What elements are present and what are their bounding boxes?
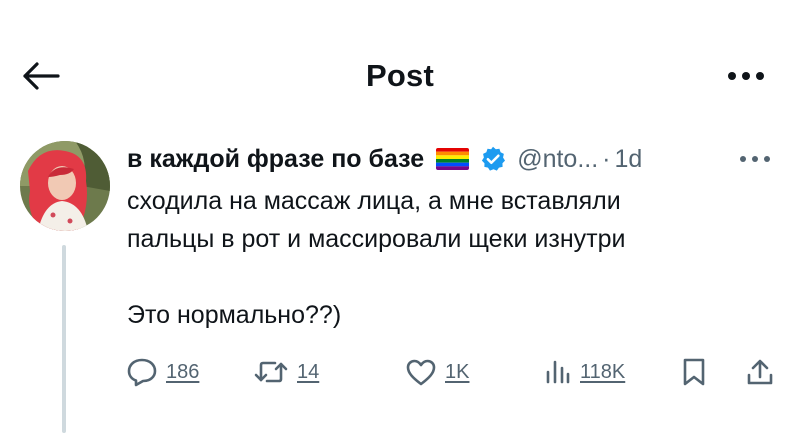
- rainbow-flag-icon: [436, 148, 470, 170]
- tweet-text-line: сходила на массаж лица, а мне вставляли: [127, 187, 621, 215]
- post-header: Post: [0, 40, 800, 112]
- reply-count: 186: [166, 360, 200, 383]
- bookmark-icon: [683, 358, 705, 386]
- more-horizontal-icon: [740, 156, 770, 162]
- timestamp[interactable]: 1d: [615, 145, 643, 174]
- tweet-text-line: Это нормально??): [127, 301, 342, 329]
- page-title: Post: [366, 58, 434, 93]
- repost-icon: [254, 361, 288, 383]
- reply-icon: [127, 358, 157, 387]
- repost-count: 14: [297, 360, 320, 383]
- like-count: 1K: [445, 360, 470, 383]
- verified-badge-icon: [479, 145, 507, 173]
- tweet-header: в каждой фразе по базе @nto... · 1d: [127, 140, 777, 178]
- tweet[interactable]: в каждой фразе по базе @nto... · 1d сход…: [127, 140, 777, 334]
- view-count: 118K: [580, 360, 626, 383]
- heart-icon: [406, 359, 436, 386]
- tweet-text: сходила на массаж лица, а мне вставляли …: [127, 182, 777, 334]
- avatar[interactable]: [20, 141, 110, 231]
- thread-line: [62, 245, 66, 433]
- tweet-text-line: пальцы в рот и массировали щеки изнутри: [127, 225, 626, 253]
- repost-button[interactable]: 14: [253, 350, 319, 394]
- more-options-button[interactable]: [722, 60, 770, 92]
- views-button[interactable]: 118K: [544, 350, 625, 394]
- bookmark-button[interactable]: [681, 350, 707, 394]
- reply-button[interactable]: 186: [126, 350, 199, 394]
- display-name[interactable]: в каждой фразе по базе: [127, 145, 424, 174]
- share-icon: [747, 359, 773, 385]
- share-button[interactable]: [746, 350, 774, 394]
- like-button[interactable]: 1K: [405, 350, 469, 394]
- analytics-icon: [546, 360, 570, 384]
- separator: ·: [602, 144, 611, 173]
- tweet-more-button[interactable]: [733, 146, 777, 172]
- action-bar: 186 14 1K 118K: [120, 350, 780, 394]
- more-horizontal-icon: [728, 72, 764, 80]
- handle[interactable]: @nto...: [517, 145, 598, 174]
